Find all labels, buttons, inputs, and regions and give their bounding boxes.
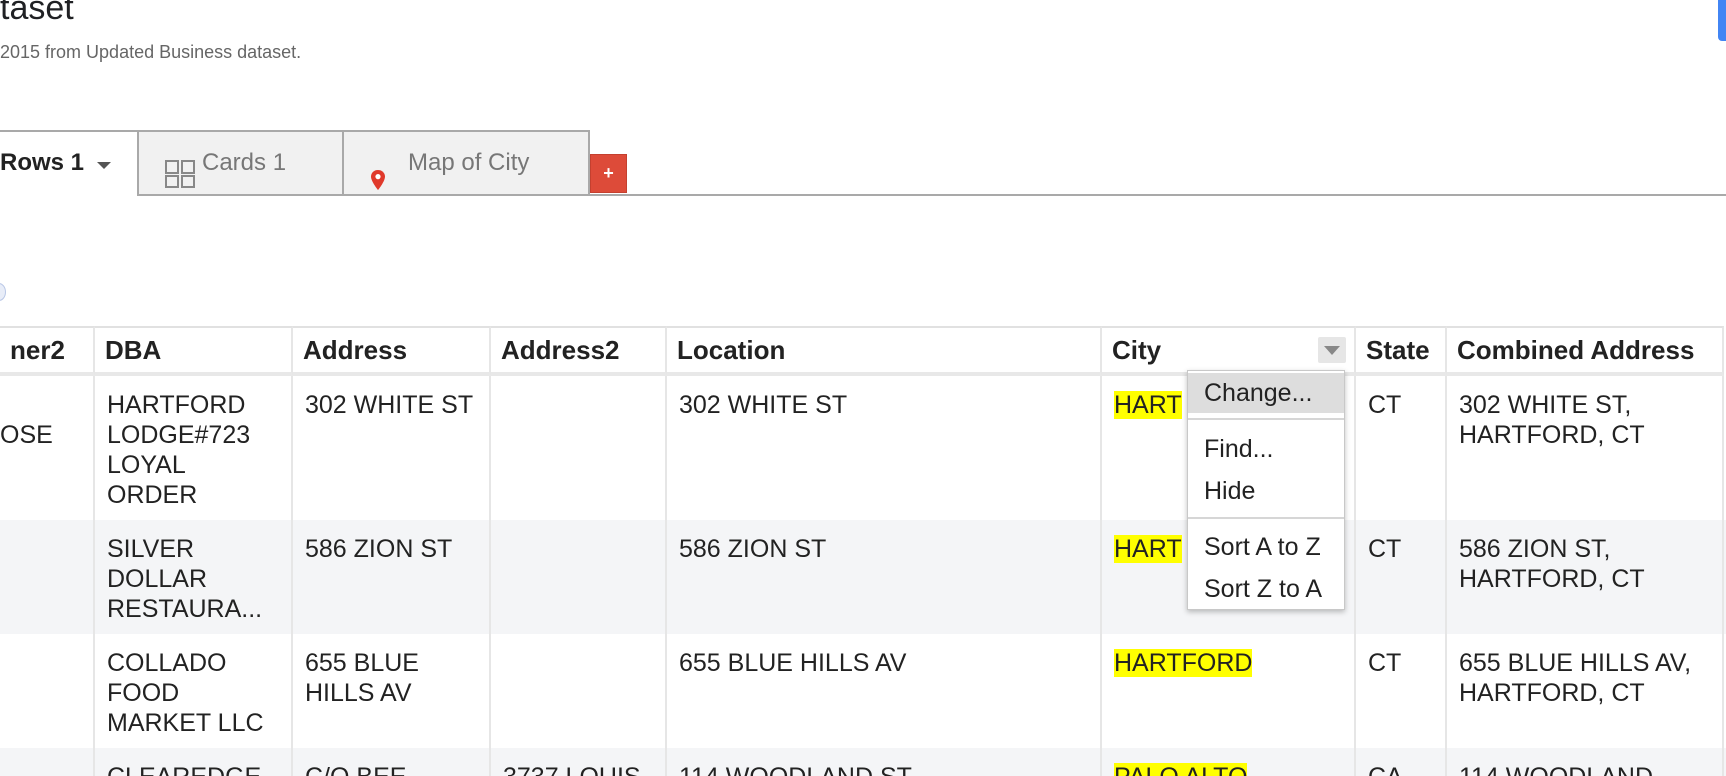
cell-owner2 xyxy=(0,748,95,776)
cell-state: CA xyxy=(1356,748,1447,776)
add-tab-button[interactable]: + xyxy=(590,154,627,193)
column-header-label: Address xyxy=(303,335,408,365)
tab-map-of-city[interactable]: Map of City xyxy=(344,130,590,194)
share-button-edge[interactable] xyxy=(1718,0,1726,41)
city-value: HART xyxy=(1114,391,1182,419)
cell-location: 655 BLUE HILLS AV xyxy=(667,634,1102,748)
cell-city: PALO ALTO xyxy=(1102,748,1356,776)
cell-owner2 xyxy=(0,520,95,634)
cell-combined-address: 302 WHITE ST, HARTFORD, CT xyxy=(1447,376,1724,520)
table-row[interactable]: CLEAREDGE C/O BEE 3737 LOUIS 114 WOODLAN… xyxy=(0,748,1726,776)
tab-map-label: Map of City xyxy=(408,149,530,176)
rows-table: ner2 DBA Address Address2 Location City … xyxy=(0,326,1726,776)
cell-combined-address: 655 BLUE HILLS AV, HARTFORD, CT xyxy=(1447,634,1724,748)
cell-location: 586 ZION ST xyxy=(667,520,1102,634)
column-header-address2[interactable]: Address2 xyxy=(491,326,667,376)
column-header-label: State xyxy=(1366,335,1430,365)
column-header-label: Address2 xyxy=(501,335,620,365)
tab-bar-divider xyxy=(0,194,1726,196)
column-menu-dropdown-icon[interactable] xyxy=(1318,337,1346,363)
column-header-label: ner2 xyxy=(10,335,65,365)
column-menu: Change... Find... Hide Sort A to Z Sort … xyxy=(1187,370,1345,610)
column-header-city[interactable]: City xyxy=(1102,326,1356,376)
cell-address: 655 BLUE HILLS AV xyxy=(293,634,491,748)
tab-cards[interactable]: Cards 1 xyxy=(139,130,344,194)
city-value: PALO ALTO xyxy=(1114,763,1248,776)
menu-item-find[interactable]: Find... xyxy=(1188,429,1344,469)
column-header-label: Location xyxy=(677,335,786,365)
column-header-location[interactable]: Location xyxy=(667,326,1102,376)
tab-rows-label: Rows 1 xyxy=(0,149,85,176)
cell-city: HARTFORD xyxy=(1102,634,1356,748)
table-row[interactable]: SILVER DOLLAR RESTAURA... 586 ZION ST 58… xyxy=(0,520,1726,634)
map-pin-icon xyxy=(370,153,386,190)
menu-item-change[interactable]: Change... xyxy=(1188,373,1344,413)
chevron-down-icon[interactable] xyxy=(97,162,111,169)
cell-combined-address: 586 ZION ST, HARTFORD, CT xyxy=(1447,520,1724,634)
cell-state: CT xyxy=(1356,634,1447,748)
cell-dba: COLLADO FOOD MARKET LLC xyxy=(95,634,293,748)
column-header-address[interactable]: Address xyxy=(293,326,491,376)
menu-separator xyxy=(1188,517,1344,519)
cell-address: C/O BEE xyxy=(293,748,491,776)
city-value: HARTFORD xyxy=(1114,649,1253,677)
column-header-label: DBA xyxy=(105,335,162,365)
cell-address: 586 ZION ST xyxy=(293,520,491,634)
cell-location: 114 WOODLAND ST xyxy=(667,748,1102,776)
cell-dba: SILVER DOLLAR RESTAURA... xyxy=(95,520,293,634)
cell-address2: 3737 LOUIS xyxy=(491,748,667,776)
dataset-subtitle: 2015 from Updated Business dataset. xyxy=(0,42,302,62)
tab-cards-label: Cards 1 xyxy=(202,149,287,176)
column-header-combined-address[interactable]: Combined Address xyxy=(1447,326,1724,376)
cell-combined-address: 114 WOODLAND xyxy=(1447,748,1724,776)
dataset-title: taset xyxy=(0,0,74,27)
tab-rows[interactable]: Rows 1 xyxy=(0,130,139,196)
column-header-label: Combined Address xyxy=(1457,335,1695,365)
cell-address2 xyxy=(491,376,667,520)
cell-owner2: OSE xyxy=(0,376,95,520)
menu-item-hide[interactable]: Hide xyxy=(1188,471,1344,511)
cell-owner2 xyxy=(0,634,95,748)
column-header-dba[interactable]: DBA xyxy=(95,326,293,376)
cell-dba: CLEAREDGE xyxy=(95,748,293,776)
cell-state: CT xyxy=(1356,376,1447,520)
expand-handle-icon[interactable] xyxy=(0,283,6,301)
menu-separator xyxy=(1188,418,1344,420)
cell-dba: HARTFORD LODGE#723 LOYAL ORDER xyxy=(95,376,293,520)
cell-state: CT xyxy=(1356,520,1447,634)
cell-location: 302 WHITE ST xyxy=(667,376,1102,520)
table-row[interactable]: OSE HARTFORD LODGE#723 LOYAL ORDER 302 W… xyxy=(0,376,1726,520)
table-row[interactable]: COLLADO FOOD MARKET LLC 655 BLUE HILLS A… xyxy=(0,634,1726,748)
menu-item-sort-a-to-z[interactable]: Sort A to Z xyxy=(1188,527,1344,567)
cards-icon xyxy=(165,150,195,188)
cell-address: 302 WHITE ST xyxy=(293,376,491,520)
city-value: HART xyxy=(1114,535,1182,563)
cell-address2 xyxy=(491,520,667,634)
column-header-owner2[interactable]: ner2 xyxy=(0,326,95,376)
column-header-state[interactable]: State xyxy=(1356,326,1447,376)
cell-address2 xyxy=(491,634,667,748)
menu-item-sort-z-to-a[interactable]: Sort Z to A xyxy=(1188,569,1344,609)
column-header-label: City xyxy=(1112,335,1162,365)
